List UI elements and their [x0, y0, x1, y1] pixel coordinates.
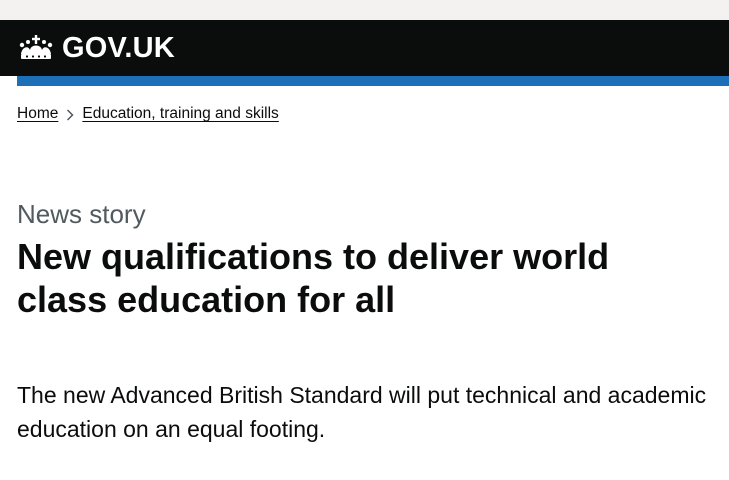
page-title: New qualifications to deliver world clas…: [17, 236, 610, 320]
page-caption: News story: [17, 199, 146, 229]
site-header: GOV.UK: [0, 20, 729, 76]
breadcrumb: Home Education, training and skills: [17, 104, 279, 124]
chevron-right-icon: [58, 107, 82, 121]
lead-paragraph: The new Advanced British Standard will p…: [17, 382, 707, 442]
breadcrumb-education-link[interactable]: Education, training and skills: [82, 105, 278, 123]
header-accent-bar: [17, 76, 729, 86]
breadcrumb-home-link[interactable]: Home: [17, 105, 58, 123]
top-strip: [0, 0, 729, 20]
govuk-logo-link[interactable]: GOV.UK: [17, 31, 175, 65]
crown-icon: [19, 35, 53, 59]
logo-text: GOV.UK: [62, 32, 175, 64]
